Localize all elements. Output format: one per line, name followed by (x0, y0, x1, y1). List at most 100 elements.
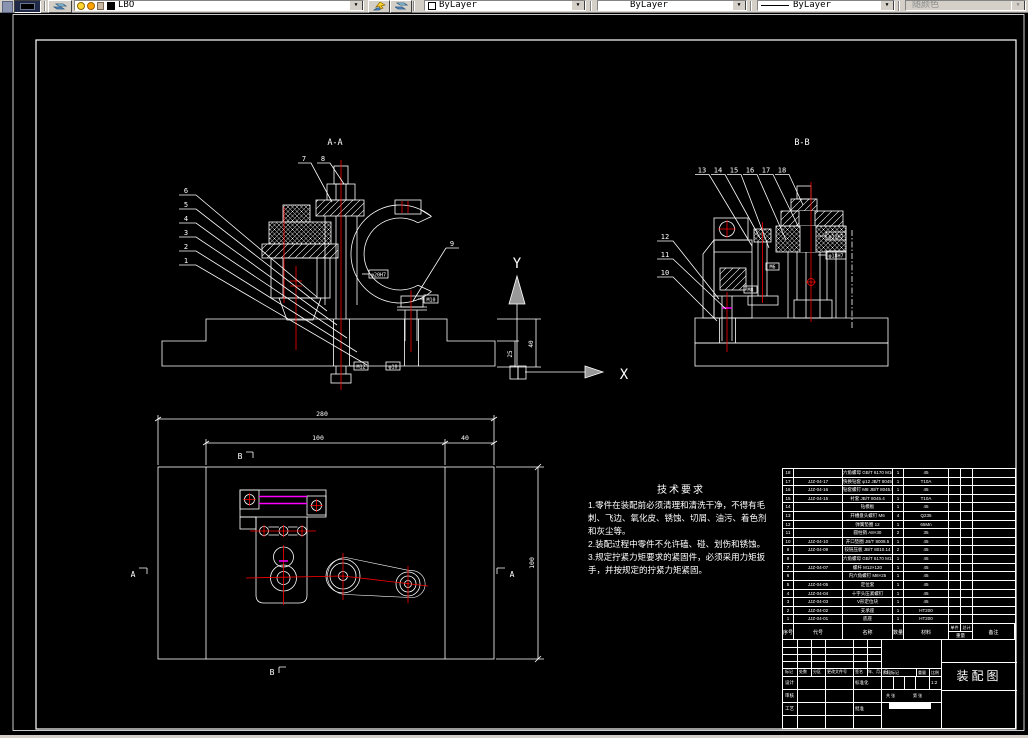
tb-mark: 标记 (785, 669, 793, 674)
layer-manager-button[interactable] (48, 0, 72, 13)
bom-row: 17 JJZ-04-17 快换钻套 φ12 JB/T 8045.3 1 T10A (783, 477, 1015, 487)
section-arrow-label: A (510, 570, 515, 579)
plotstyle-dropdown-arrow-icon: ▼ (1011, 1, 1025, 10)
bom-header-no: 序号 (783, 624, 794, 640)
signature-blob (889, 703, 931, 709)
linetype-value: ByLayer (630, 0, 668, 10)
toolbar-separator (413, 1, 415, 11)
balloon: 15 (730, 167, 738, 175)
bom-row: 3 JJZ-04-03 V形定位块 1 45 (783, 598, 1015, 607)
dim-label: 100 (528, 557, 536, 569)
tb-sheet: 第 张 (913, 693, 923, 698)
section-aa-label: A-A (327, 138, 342, 148)
view-section-bb: B-B φ12H7 φ18H7 M6 M8 13 14 15 16 17 18 … (657, 138, 889, 367)
screen-button[interactable] (14, 0, 41, 13)
tb-design: 设计 (785, 680, 794, 685)
lineweight-value: ByLayer (793, 0, 831, 10)
dim-label: φ12H7 (828, 235, 843, 241)
balloon: 7 (302, 155, 306, 163)
balloon: 2 (184, 243, 188, 251)
dim-label: M12 (356, 365, 365, 371)
dim-label: 40 (528, 340, 535, 348)
color-combo[interactable]: ByLayer ▼ (424, 0, 586, 11)
color-swatch (428, 1, 436, 10)
color-dropdown-arrow-icon[interactable]: ▼ (571, 1, 585, 10)
linetype-dropdown-arrow-icon[interactable]: ▼ (731, 1, 746, 10)
bom-table: 18 六角螺母 GB/T 6170 M16 1 45 17 JJZ-04-17 快换钻套 φ… (782, 468, 1016, 640)
dim-label: M6 (769, 265, 775, 271)
dim-label: 280 (316, 410, 328, 418)
tech-requirements-line: 和灰尘等。 (588, 526, 631, 536)
ucs-x-label: X (620, 367, 629, 383)
bom-row: 13 开槽盘头螺钉 M6 4 Q235 (783, 512, 1015, 521)
tech-requirements-line: 3.规定拧紧力矩要求的紧固件，必须采用力矩扳 (588, 552, 766, 562)
bom-row: 7 JJZ-04-07 螺杆 M12×120 1 45 (783, 563, 1015, 573)
section-arrow-label: A (131, 570, 136, 579)
toolbar: LBO ▼ ByLayer ▼ ByLayer ▼ ByLayer ▼ 随颜色 … (0, 0, 1028, 13)
lineweight-combo[interactable]: ByLayer ▼ (757, 0, 895, 11)
balloon: 1 (184, 257, 188, 265)
tb-check: 审核 (785, 693, 794, 698)
balloon: 8 (321, 155, 325, 163)
plotstyle-value: 随颜色 (912, 0, 940, 10)
bom-row: 18 六角螺母 GB/T 6170 M16 1 45 (783, 469, 1015, 478)
balloon: 14 (714, 167, 722, 175)
tech-requirements-title: 技术要求 (657, 485, 705, 496)
toolbar-fragment-icon[interactable] (2, 1, 13, 13)
dim-label: 40 (461, 434, 469, 442)
section-arrow-label: B (238, 452, 243, 461)
dim-label: φ18H7 (828, 254, 843, 260)
bom-row: 14 钻模板 1 45 (783, 503, 1015, 513)
bom-header-name: 名称 (843, 624, 893, 640)
tb-doc: 更改文件号 (827, 669, 847, 674)
tech-requirements-line: 1.零件在装配前必须清理和清洗干净，不得有毛 (588, 500, 766, 510)
bom-row: 12 弹簧垫圈 12 1 65Mn (783, 520, 1015, 530)
tb-scale: 比例 (931, 670, 939, 675)
section-arrow-label: B (270, 668, 275, 677)
view-section-aa: A-A φ20H7 M10 M12 φ10 25 40 6 5 4 3 2 1 … (161, 138, 541, 390)
balloon: 5 (184, 201, 188, 209)
dim-label: 25 (507, 350, 514, 358)
drawing-title: 装配图 (956, 669, 1002, 683)
tb-process: 工艺 (785, 706, 794, 711)
layer-combo[interactable]: LBO ▼ (74, 0, 364, 11)
dim-label: M10 (426, 298, 435, 304)
bom-row: 1 JJZ-04-01 底座 1 HT200 (783, 615, 1015, 624)
bom-header-weight: 重量 (956, 633, 965, 638)
dim-label: M8 (747, 288, 753, 294)
bom-header-code: 代号 (794, 624, 843, 640)
bom-row: 5 JJZ-04-05 定位套 1 45 (783, 580, 1015, 590)
bom-header-note: 备注 (973, 624, 1015, 640)
bom-row: 9 JJZ-04-09 铰链压板 JB/T 8010.14 2 45 (783, 546, 1015, 556)
tb-standard: 标准化 (855, 680, 869, 685)
bom-row: 4 JJZ-04-04 十字头压紧螺钉 1 45 (783, 589, 1015, 599)
make-layer-current-button[interactable] (368, 0, 390, 13)
lineweight-preview-icon (761, 5, 789, 6)
linetype-combo[interactable]: ByLayer ▼ (597, 0, 747, 11)
balloon: 13 (698, 167, 706, 175)
application-window: LBO ▼ ByLayer ▼ ByLayer ▼ ByLayer ▼ 随颜色 … (0, 0, 1028, 738)
bom-header: 序号 代号 名称 数量 材料 单件 总计 重量 备注 (783, 624, 1015, 640)
layer-previous-icon (394, 2, 408, 10)
make-layer-current-icon (372, 2, 386, 11)
layer-dropdown-arrow-icon[interactable]: ▼ (349, 1, 363, 10)
section-bb-label: B-B (794, 138, 809, 148)
plotstyle-combo: 随颜色 ▼ (905, 0, 1026, 11)
balloon: 12 (661, 233, 669, 241)
lineweight-dropdown-arrow-icon[interactable]: ▼ (880, 1, 894, 10)
dim-label: φ10 (388, 365, 397, 371)
title-block: 标记 处数 分区 更改文件号 签名 年、月、日 设计 标准化 审核 工艺 批准 … (782, 640, 1017, 729)
bulb-icon (77, 1, 85, 10)
tb-scale-value: 1:2 (931, 680, 938, 685)
bom-row: 10 JJZ-04-10 开口垫圈 JB/T 8008.5 1 45 (783, 537, 1015, 547)
bom-row: 8 六角螺母 GB/T 6170 M12 1 45 (783, 555, 1015, 564)
tb-zone: 分区 (813, 669, 821, 674)
bom-header-unit: 单件 (949, 624, 961, 631)
bom-row: 2 JJZ-04-02 支承座 1 HT200 (783, 606, 1015, 616)
layer-previous-button[interactable] (390, 0, 412, 13)
bom-row: 15 JJZ-04-15 衬套 JB/T 8045.4 1 T10A (783, 494, 1015, 504)
bom-header-weight-group: 单件 总计 重量 (949, 624, 973, 640)
dim-label: 100 (312, 434, 324, 442)
toolbar-separator (898, 1, 900, 11)
balloon: 17 (762, 167, 770, 175)
